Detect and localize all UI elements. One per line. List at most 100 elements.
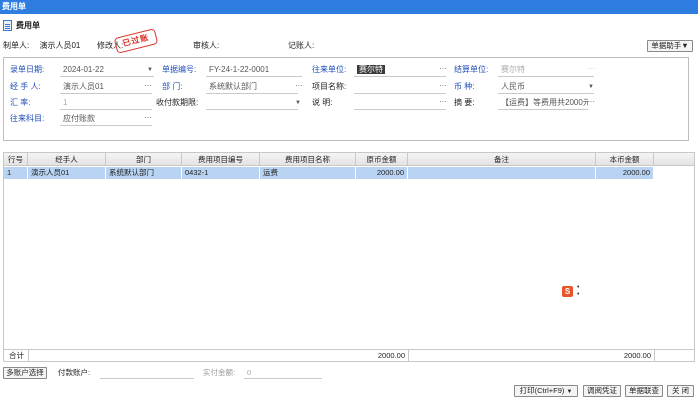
cell-department[interactable]: 系统默认部门 [106,167,182,179]
col-header-item-code[interactable]: 费用项目编号 [182,153,260,166]
more-icon[interactable]: ··· [439,80,447,94]
account-input[interactable]: 应付账款 [60,112,152,126]
handler-label: 经 手 人: [10,82,41,91]
col-header-department[interactable]: 部门 [106,153,182,166]
cell-row-no[interactable]: 1 [4,167,28,179]
bill-helper-button[interactable]: 单据助手▼ [647,40,693,52]
bill-no-label: 单据编号: [162,65,197,74]
bill-header-form: 录单日期: 2024-01-22 ▼ 单据编号: FY-24-1-22-0001… [3,57,689,141]
col-header-handler[interactable]: 经手人 [28,153,106,166]
currency-input[interactable]: 人民币 [498,80,594,94]
creator-info: 制单人: 演示人员01 [3,40,80,52]
more-icon[interactable]: ··· [295,80,303,94]
department-label: 部 门: [162,82,183,91]
pay-due-label: 收付款期限: [156,98,199,107]
bill-joint-query-button[interactable]: 单据联查 [625,385,663,397]
summary-label: 摘 要: [454,98,475,107]
department-input[interactable]: 系统默认部门 [206,80,298,94]
cell-local-amount[interactable]: 2000.00 [596,167,654,179]
grid-footer-total: 合计 2000.00 2000.00 [4,349,694,362]
rate-input[interactable]: 1 [60,96,152,110]
window-title-bar: 费用单 [0,0,698,14]
account-label: 往来科目: [10,114,45,123]
pay-due-field[interactable]: 收付款期限: ▼ [156,96,302,110]
bill-no-input[interactable]: FY-24-1-22-0001 [206,63,302,77]
cell-amount[interactable]: 2000.00 [356,167,408,179]
more-icon[interactable]: ··· [144,112,152,126]
pay-account-input[interactable] [100,367,194,379]
cell-item-code[interactable]: 0432-1 [182,167,260,179]
more-icon[interactable]: ··· [439,96,447,110]
footer-divider [408,350,409,362]
view-voucher-button[interactable]: 调阅凭证 [583,385,621,397]
entry-date-label: 录单日期: [10,65,45,74]
partner-input[interactable]: 赛尔特 [354,63,446,77]
partner-field[interactable]: 往来单位: 赛尔特 ··· [312,63,452,77]
settle-unit-input[interactable]: 赛尔特 [498,63,594,77]
rate-label: 汇 率: [10,98,31,107]
expense-detail-grid: 行号 经手人 部门 费用项目编号 费用项目名称 原币金额 备注 本币金额 1 演… [3,152,695,362]
col-header-local-amount[interactable]: 本币金额 [596,153,654,166]
window-title: 费用单 [2,2,26,11]
poster-info: 记账人: [288,40,314,52]
col-header-amount[interactable]: 原币金额 [356,153,408,166]
currency-field[interactable]: 币 种: 人民币 ▼ [454,80,594,94]
col-header-remark[interactable]: 备注 [408,153,596,166]
cell-remark[interactable] [408,167,596,179]
col-header-item-name[interactable]: 费用项目名称 [260,153,356,166]
memo-input[interactable] [354,96,446,110]
dropdown-caret-icon[interactable]: ▼ [147,63,153,77]
ime-indicator[interactable]: S • • [562,284,579,298]
total-amount: 2000.00 [377,351,405,360]
settle-unit-label: 结算单位: [454,65,489,74]
col-header-row-no[interactable]: 行号 [4,153,28,166]
reviewer-info: 审核人: [193,40,219,52]
print-button[interactable]: 打印(Ctrl+F9) ▼ [514,385,578,397]
table-row[interactable]: 1 演示人员01 系统默认部门 0432-1 运费 2000.00 2000.0… [4,167,654,179]
ime-menu-icon[interactable]: • • [577,284,579,298]
dropdown-caret-icon[interactable]: ▼ [566,389,572,395]
creator-label: 制单人: [3,41,30,50]
item-name-field[interactable]: 项目名称: ··· [312,80,452,94]
account-field[interactable]: 往来科目: 应付账款 ··· [10,112,152,126]
memo-label: 说 明: [312,98,333,107]
rate-field[interactable]: 汇 率: 1 [10,96,152,110]
posted-stamp: 已过账 [113,28,159,54]
more-icon[interactable]: ··· [439,63,447,77]
poster-label: 记账人: [288,41,315,50]
dropdown-caret-icon[interactable]: ▼ [588,80,594,94]
department-field[interactable]: 部 门: 系统默认部门 ··· [162,80,303,94]
more-icon[interactable]: ··· [144,80,152,94]
settle-unit-field[interactable]: 结算单位: 赛尔特 ··· [454,63,595,77]
cell-handler[interactable]: 演示人员01 [28,167,106,179]
memo-field[interactable]: 说 明: ··· [312,96,452,110]
pay-account-label: 付款账户: [58,368,91,377]
handler-input[interactable]: 演示人员01 [60,80,152,94]
entry-date-input[interactable]: 2024-01-22 [60,63,154,77]
multi-account-button[interactable]: 多账户选择 [3,367,47,379]
partner-label: 往来单位: [312,65,347,74]
summary-field[interactable]: 摘 要: 【运费】等费用共2000元 ··· [454,96,595,110]
sogou-ime-icon[interactable]: S [562,285,573,297]
partner-value: 赛尔特 [357,65,385,74]
close-button[interactable]: 关 闭 [667,385,694,397]
entry-date-field[interactable]: 录单日期: 2024-01-22 ▼ [10,63,154,77]
document-title: 费用单 [16,20,40,30]
actual-amount-label: 实付金额: [203,368,236,377]
pay-due-input[interactable] [206,96,298,110]
actual-amount-input[interactable]: 0 [244,367,322,379]
cell-item-name[interactable]: 运费 [260,167,356,179]
document-icon [3,19,12,31]
more-icon[interactable]: ··· [587,96,595,110]
total-local-amount: 2000.00 [623,351,651,360]
footer-divider [654,350,655,362]
item-name-label: 项目名称: [312,82,347,91]
dropdown-caret-icon[interactable]: ▼ [295,96,301,110]
handler-field[interactable]: 经 手 人: 演示人员01 ··· [10,80,152,94]
bill-no-field[interactable]: 单据编号: FY-24-1-22-0001 [162,63,302,77]
print-button-label: 打印(Ctrl+F9) [519,386,565,395]
item-name-input[interactable] [354,80,446,94]
summary-input[interactable]: 【运费】等费用共2000元 [498,96,588,110]
more-icon: ··· [587,64,595,73]
creator-value: 演示人员01 [39,41,81,50]
